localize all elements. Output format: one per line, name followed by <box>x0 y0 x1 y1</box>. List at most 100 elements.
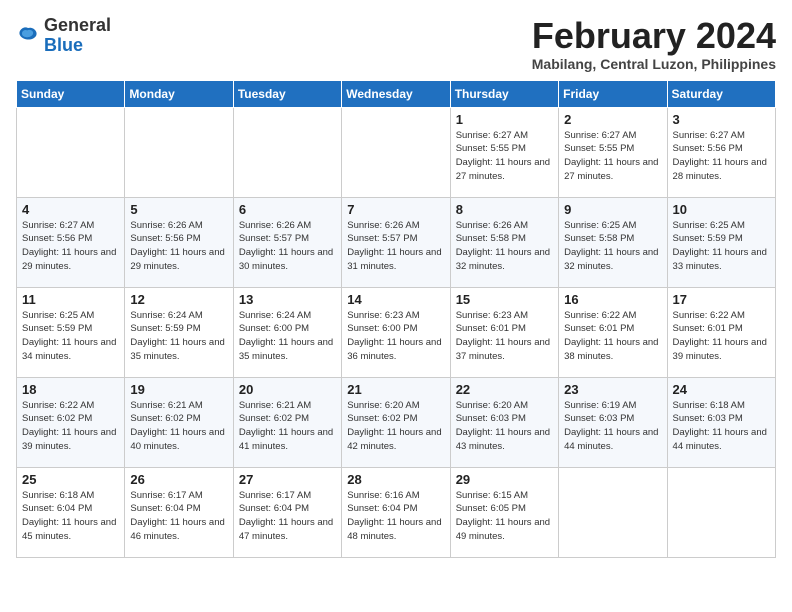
day-info: Sunrise: 6:20 AM Sunset: 6:02 PM Dayligh… <box>347 399 444 454</box>
calendar-cell: 7 Sunrise: 6:26 AM Sunset: 5:57 PM Daylig… <box>342 197 450 287</box>
day-info: Sunrise: 6:25 AM Sunset: 5:58 PM Dayligh… <box>564 219 661 274</box>
title-block: February 2024 Mabilang, Central Luzon, P… <box>532 16 776 72</box>
day-info: Sunrise: 6:20 AM Sunset: 6:03 PM Dayligh… <box>456 399 553 454</box>
day-info: Sunrise: 6:24 AM Sunset: 6:00 PM Dayligh… <box>239 309 336 364</box>
day-info: Sunrise: 6:16 AM Sunset: 6:04 PM Dayligh… <box>347 489 444 544</box>
calendar-week-row: 1 Sunrise: 6:27 AM Sunset: 5:55 PM Daylig… <box>17 107 776 197</box>
day-info: Sunrise: 6:25 AM Sunset: 5:59 PM Dayligh… <box>673 219 770 274</box>
day-info: Sunrise: 6:15 AM Sunset: 6:05 PM Dayligh… <box>456 489 553 544</box>
calendar-cell: 23 Sunrise: 6:19 AM Sunset: 6:03 PM Dayli… <box>559 377 667 467</box>
day-info: Sunrise: 6:27 AM Sunset: 5:55 PM Dayligh… <box>456 129 553 184</box>
calendar-cell: 6 Sunrise: 6:26 AM Sunset: 5:57 PM Daylig… <box>233 197 341 287</box>
calendar-cell: 8 Sunrise: 6:26 AM Sunset: 5:58 PM Daylig… <box>450 197 558 287</box>
page-header: General Blue February 2024 Mabilang, Cen… <box>16 16 776 72</box>
header-cell-thursday: Thursday <box>450 80 558 107</box>
day-number: 8 <box>456 202 553 217</box>
day-info: Sunrise: 6:23 AM Sunset: 6:01 PM Dayligh… <box>456 309 553 364</box>
day-info: Sunrise: 6:17 AM Sunset: 6:04 PM Dayligh… <box>130 489 227 544</box>
calendar-cell: 22 Sunrise: 6:20 AM Sunset: 6:03 PM Dayli… <box>450 377 558 467</box>
day-number: 9 <box>564 202 661 217</box>
calendar-cell: 11 Sunrise: 6:25 AM Sunset: 5:59 PM Dayli… <box>17 287 125 377</box>
day-number: 3 <box>673 112 770 127</box>
day-number: 14 <box>347 292 444 307</box>
day-info: Sunrise: 6:17 AM Sunset: 6:04 PM Dayligh… <box>239 489 336 544</box>
day-number: 17 <box>673 292 770 307</box>
calendar-cell: 26 Sunrise: 6:17 AM Sunset: 6:04 PM Dayli… <box>125 467 233 557</box>
calendar-cell: 25Sunrise: 6:18 AM Sunset: 6:04 PM Dayli… <box>17 467 125 557</box>
calendar-cell: 12 Sunrise: 6:24 AM Sunset: 5:59 PM Dayli… <box>125 287 233 377</box>
calendar-cell <box>233 107 341 197</box>
day-info: Sunrise: 6:26 AM Sunset: 5:56 PM Dayligh… <box>130 219 227 274</box>
day-number: 15 <box>456 292 553 307</box>
calendar-cell: 20Sunrise: 6:21 AM Sunset: 6:02 PM Dayli… <box>233 377 341 467</box>
calendar-cell: 24 Sunrise: 6:18 AM Sunset: 6:03 PM Dayli… <box>667 377 775 467</box>
header-cell-saturday: Saturday <box>667 80 775 107</box>
calendar-week-row: 18Sunrise: 6:22 AM Sunset: 6:02 PM Dayli… <box>17 377 776 467</box>
calendar-cell: 19 Sunrise: 6:21 AM Sunset: 6:02 PM Dayli… <box>125 377 233 467</box>
day-info: Sunrise: 6:27 AM Sunset: 5:56 PM Dayligh… <box>22 219 119 274</box>
calendar-cell: 21 Sunrise: 6:20 AM Sunset: 6:02 PM Dayli… <box>342 377 450 467</box>
header-row: SundayMondayTuesdayWednesdayThursdayFrid… <box>17 80 776 107</box>
day-info: Sunrise: 6:22 AM Sunset: 6:01 PM Dayligh… <box>564 309 661 364</box>
day-number: 16 <box>564 292 661 307</box>
day-number: 2 <box>564 112 661 127</box>
calendar-cell: 1 Sunrise: 6:27 AM Sunset: 5:55 PM Daylig… <box>450 107 558 197</box>
day-info: Sunrise: 6:26 AM Sunset: 5:57 PM Dayligh… <box>347 219 444 274</box>
day-info: Sunrise: 6:21 AM Sunset: 6:02 PM Dayligh… <box>130 399 227 454</box>
day-info: Sunrise: 6:26 AM Sunset: 5:58 PM Dayligh… <box>456 219 553 274</box>
calendar-cell: 16 Sunrise: 6:22 AM Sunset: 6:01 PM Dayli… <box>559 287 667 377</box>
calendar-cell: 4 Sunrise: 6:27 AM Sunset: 5:56 PM Daylig… <box>17 197 125 287</box>
day-number: 1 <box>456 112 553 127</box>
day-info: Sunrise: 6:23 AM Sunset: 6:00 PM Dayligh… <box>347 309 444 364</box>
calendar-cell <box>125 107 233 197</box>
day-info: Sunrise: 6:18 AM Sunset: 6:04 PM Dayligh… <box>22 489 119 544</box>
day-info: Sunrise: 6:18 AM Sunset: 6:03 PM Dayligh… <box>673 399 770 454</box>
header-cell-friday: Friday <box>559 80 667 107</box>
day-number: 28 <box>347 472 444 487</box>
header-cell-sunday: Sunday <box>17 80 125 107</box>
calendar-cell: 17Sunrise: 6:22 AM Sunset: 6:01 PM Dayli… <box>667 287 775 377</box>
calendar-week-row: 11 Sunrise: 6:25 AM Sunset: 5:59 PM Dayli… <box>17 287 776 377</box>
day-info: Sunrise: 6:24 AM Sunset: 5:59 PM Dayligh… <box>130 309 227 364</box>
logo: General Blue <box>16 16 111 56</box>
day-number: 7 <box>347 202 444 217</box>
calendar-week-row: 25Sunrise: 6:18 AM Sunset: 6:04 PM Dayli… <box>17 467 776 557</box>
calendar-cell: 29 Sunrise: 6:15 AM Sunset: 6:05 PM Dayli… <box>450 467 558 557</box>
day-number: 29 <box>456 472 553 487</box>
day-number: 24 <box>673 382 770 397</box>
calendar-cell: 3Sunrise: 6:27 AM Sunset: 5:56 PM Daylig… <box>667 107 775 197</box>
calendar-week-row: 4 Sunrise: 6:27 AM Sunset: 5:56 PM Daylig… <box>17 197 776 287</box>
day-info: Sunrise: 6:26 AM Sunset: 5:57 PM Dayligh… <box>239 219 336 274</box>
day-info: Sunrise: 6:19 AM Sunset: 6:03 PM Dayligh… <box>564 399 661 454</box>
month-year-title: February 2024 <box>532 16 776 56</box>
calendar-cell <box>342 107 450 197</box>
day-number: 26 <box>130 472 227 487</box>
logo-bird-icon <box>16 24 40 48</box>
location-subtitle: Mabilang, Central Luzon, Philippines <box>532 56 776 72</box>
day-info: Sunrise: 6:22 AM Sunset: 6:02 PM Dayligh… <box>22 399 119 454</box>
day-number: 19 <box>130 382 227 397</box>
calendar-cell: 2 Sunrise: 6:27 AM Sunset: 5:55 PM Daylig… <box>559 107 667 197</box>
calendar-cell: 14 Sunrise: 6:23 AM Sunset: 6:00 PM Dayli… <box>342 287 450 377</box>
calendar-body: 1 Sunrise: 6:27 AM Sunset: 5:55 PM Daylig… <box>17 107 776 557</box>
day-number: 12 <box>130 292 227 307</box>
calendar-cell: 28 Sunrise: 6:16 AM Sunset: 6:04 PM Dayli… <box>342 467 450 557</box>
day-info: Sunrise: 6:25 AM Sunset: 5:59 PM Dayligh… <box>22 309 119 364</box>
day-number: 21 <box>347 382 444 397</box>
calendar-cell: 10Sunrise: 6:25 AM Sunset: 5:59 PM Dayli… <box>667 197 775 287</box>
day-number: 27 <box>239 472 336 487</box>
calendar-cell <box>667 467 775 557</box>
day-info: Sunrise: 6:27 AM Sunset: 5:55 PM Dayligh… <box>564 129 661 184</box>
day-number: 6 <box>239 202 336 217</box>
calendar-header: SundayMondayTuesdayWednesdayThursdayFrid… <box>17 80 776 107</box>
day-number: 22 <box>456 382 553 397</box>
day-number: 4 <box>22 202 119 217</box>
day-number: 23 <box>564 382 661 397</box>
calendar-cell: 13Sunrise: 6:24 AM Sunset: 6:00 PM Dayli… <box>233 287 341 377</box>
calendar-cell: 5Sunrise: 6:26 AM Sunset: 5:56 PM Daylig… <box>125 197 233 287</box>
day-number: 11 <box>22 292 119 307</box>
calendar-cell <box>559 467 667 557</box>
calendar-cell: 9 Sunrise: 6:25 AM Sunset: 5:58 PM Daylig… <box>559 197 667 287</box>
header-cell-tuesday: Tuesday <box>233 80 341 107</box>
day-info: Sunrise: 6:21 AM Sunset: 6:02 PM Dayligh… <box>239 399 336 454</box>
